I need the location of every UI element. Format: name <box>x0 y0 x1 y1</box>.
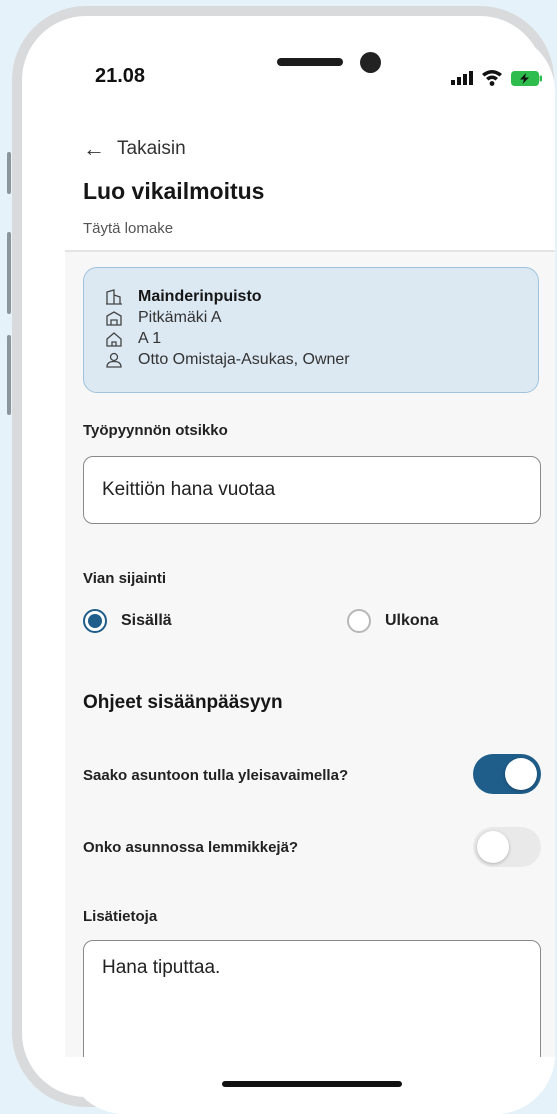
location-radio-group: Sisällä Ulkona <box>83 609 543 635</box>
phone-volume-up-button <box>7 232 11 314</box>
building-section-icon <box>104 310 124 326</box>
page-header: ← Takaisin Luo vikailmoitus Täytä lomake <box>65 112 555 252</box>
back-button[interactable]: ← Takaisin <box>83 136 186 162</box>
toggle-knob <box>505 758 537 790</box>
signal-icon <box>451 71 473 85</box>
location-field-label: Vian sijainti <box>83 570 167 587</box>
info-row-property: Mainderinpuisto <box>104 286 538 307</box>
radio-outside[interactable]: Ulkona <box>347 609 438 633</box>
radio-selected-icon <box>83 609 107 633</box>
info-row-apartment: A 1 <box>104 328 538 349</box>
back-arrow-icon: ← <box>83 136 105 161</box>
notes-field-label: Lisätietoja <box>83 908 158 925</box>
phone-frame: 21.08 ← Takaisin Luo vikailmoitus Täytä … <box>12 6 555 1114</box>
title-field-label: Työpyynnön otsikko <box>83 422 228 439</box>
back-label: Takaisin <box>117 138 186 159</box>
info-row-label: A 1 <box>138 329 162 347</box>
pets-toggle-label: Onko asunnossa lemmikkejä? <box>83 839 299 856</box>
status-bar: 21.08 <box>65 32 555 112</box>
info-row-label: Pitkämäki A <box>138 308 222 326</box>
front-camera <box>360 52 381 73</box>
info-row-label: Mainderinpuisto <box>138 287 262 305</box>
home-indicator[interactable] <box>222 1081 402 1087</box>
home-bar-area <box>65 1057 555 1114</box>
pets-toggle[interactable] <box>473 827 541 867</box>
wifi-icon <box>482 70 502 86</box>
battery-icon <box>511 71 542 86</box>
info-row-label: Otto Omistaja-Asukas, Owner <box>138 350 350 368</box>
speaker-notch <box>277 58 343 66</box>
building-icon <box>104 288 124 305</box>
status-time: 21.08 <box>95 65 146 87</box>
info-row-building: Pitkämäki A <box>104 307 538 328</box>
access-section-title: Ohjeet sisäänpääsyyn <box>83 692 283 713</box>
page-title: Luo vikailmoitus <box>83 178 265 204</box>
radio-label: Sisällä <box>121 612 172 629</box>
person-icon <box>104 352 124 368</box>
home-icon <box>104 331 124 347</box>
property-info-card: Mainderinpuisto Pitkämäki A A 1 Otto Omi… <box>83 267 539 393</box>
form-content[interactable]: Mainderinpuisto Pitkämäki A A 1 Otto Omi… <box>65 252 555 1114</box>
info-row-person: Otto Omistaja-Asukas, Owner <box>104 349 538 370</box>
radio-label: Ulkona <box>385 612 439 629</box>
toggle-knob <box>477 831 509 863</box>
title-input[interactable]: Keittiön hana vuotaa <box>83 456 541 524</box>
radio-inside[interactable]: Sisällä <box>83 609 172 633</box>
master-key-toggle-label: Saako asuntoon tulla yleisavaimella? <box>83 767 349 784</box>
phone-side-button <box>7 152 11 194</box>
phone-screen: 21.08 ← Takaisin Luo vikailmoitus Täytä … <box>65 32 555 1114</box>
phone-volume-down-button <box>7 335 11 415</box>
page-subtitle: Täytä lomake <box>83 220 174 237</box>
radio-unselected-icon <box>347 609 371 633</box>
master-key-toggle[interactable] <box>473 754 541 794</box>
